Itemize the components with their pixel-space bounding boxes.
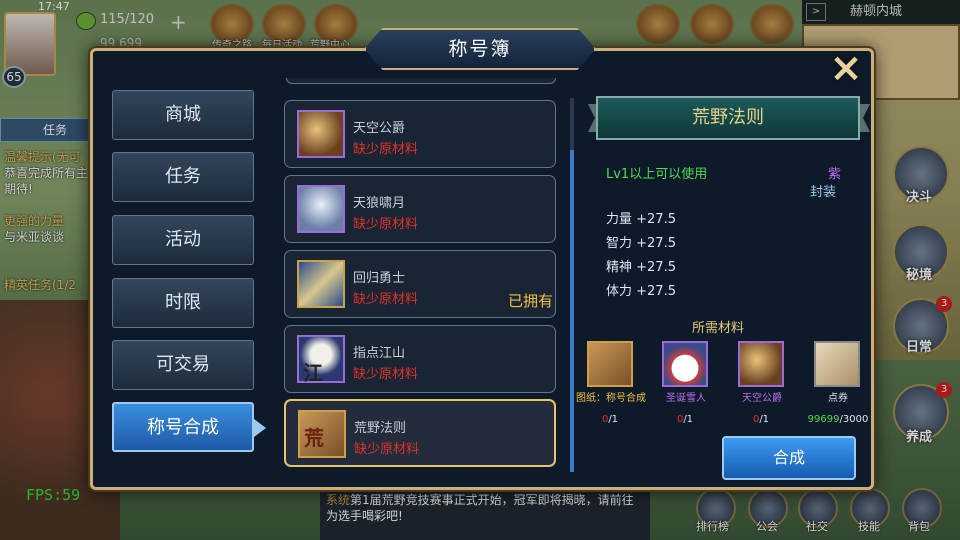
binding-label: 封装 [810,185,837,200]
list-item[interactable]: 回归勇士 缺少原材料 已拥有 [284,250,556,318]
stat-line: 体力 +27.5 [606,284,676,299]
sword-icon [297,260,345,308]
snowman-icon[interactable] [662,341,708,387]
wolf-icon [297,185,345,233]
list-item-selected[interactable]: 荒 荒野法则 缺少原材料 [284,399,556,467]
list-item[interactable]: 江 指点江山 缺少原材料 [284,325,556,393]
item-name: 指点江山 [353,346,406,361]
tab-activity[interactable]: 活动 [112,215,254,265]
thumb-text: 江 [303,361,323,385]
blueprint-scroll-icon[interactable] [587,341,633,387]
material-count: 0/1 [676,414,694,425]
list-item[interactable]: 天空公爵 缺少原材料 [284,100,556,168]
tab-title-compose[interactable]: 称号合成 [112,402,266,452]
title-list[interactable]: 天空公爵 缺少原材料 天狼啸月 缺少原材料 回归勇士 缺少原材料 已拥有 江 指… [282,78,562,470]
stat-line: 智力 +27.5 [606,236,676,251]
tab-task[interactable]: 任务 [112,152,254,202]
moon-icon: 江 [297,335,345,385]
material-count: 0/1 [752,414,770,425]
material-name: 圣诞雪人 [666,393,706,404]
tab-tradable[interactable]: 可交易 [112,340,254,390]
scroll-icon: 荒 [298,410,346,458]
item-status: 缺少原材料 [354,442,420,457]
quality-label: 紫 [828,167,842,182]
item-status: 缺少原材料 [353,217,419,232]
material-count: 0/1 [601,414,619,425]
stat-line: 精神 +27.5 [606,260,676,275]
material-name: 天空公爵 [742,393,782,404]
level-requirement: Lv1以上可以使用 [606,167,708,182]
eagle-icon[interactable] [738,341,784,387]
tab-shop[interactable]: 商城 [112,90,254,140]
compose-button[interactable]: 合成 [722,436,856,480]
stat-line: 力量 +27.5 [606,212,676,227]
coupon-icon[interactable] [814,341,860,387]
thumb-text: 荒 [304,426,324,450]
item-status: 缺少原材料 [353,367,419,382]
material-name: 图纸：称号合成 [576,393,646,404]
detail-title: 荒野法则 [596,96,860,140]
eagle-icon [297,110,345,158]
list-item[interactable]: 天狼啸月 缺少原材料 [284,175,556,243]
item-name: 天狼啸月 [353,196,406,211]
owned-badge: 已拥有 [507,292,553,310]
scrollbar-thumb[interactable] [570,150,574,472]
item-name: 回归勇士 [353,271,406,286]
close-icon[interactable]: × [828,48,864,88]
item-name: 天空公爵 [353,121,406,136]
tab-limited[interactable]: 时限 [112,278,254,328]
material-count: 99699/3000 [807,414,869,425]
item-name: 荒野法则 [354,421,407,436]
materials-title: 所需材料 [692,321,745,336]
list-item-partial [286,78,556,84]
item-status: 缺少原材料 [353,142,419,157]
item-status: 缺少原材料 [353,292,419,307]
dialog-title: 称号簿 [364,28,596,70]
material-name: 点券 [828,393,848,404]
